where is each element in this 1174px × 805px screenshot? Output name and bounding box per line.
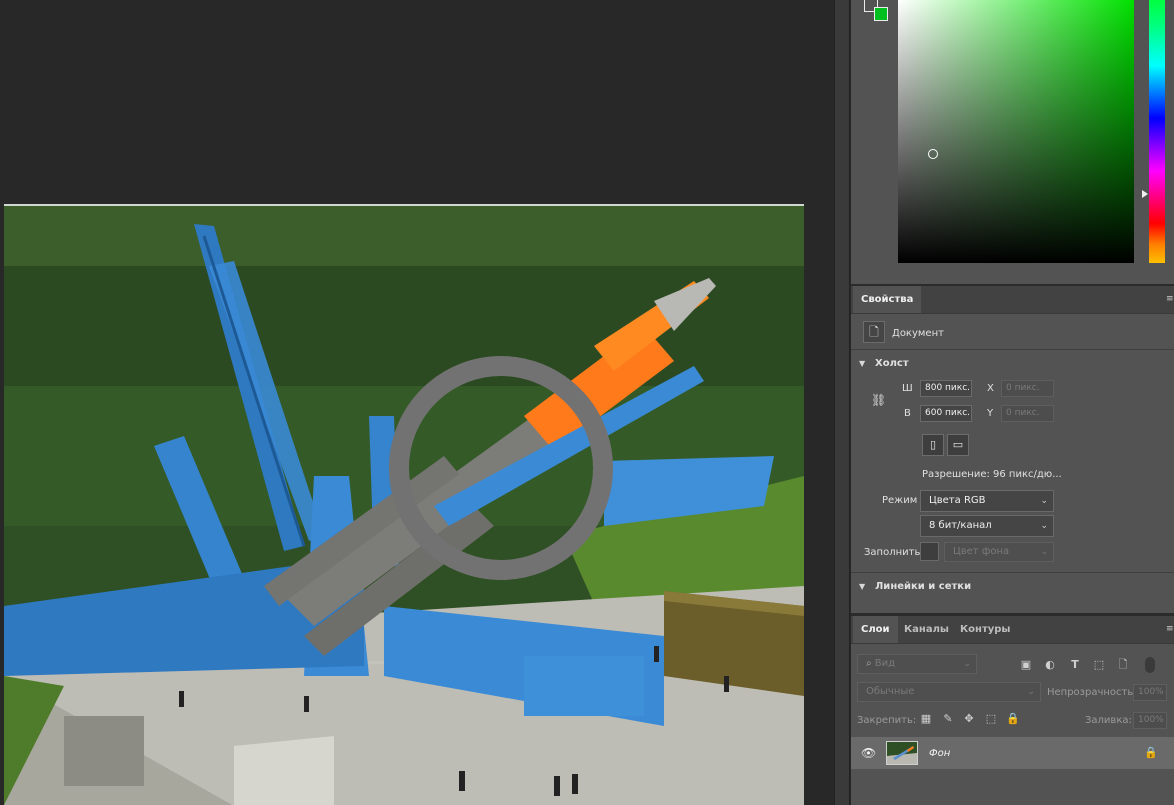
layer-lock-icon: 🔒	[1144, 746, 1158, 759]
mode-label: Режим	[882, 495, 918, 506]
smart-object-filter-icon[interactable]: 🗋	[1116, 658, 1130, 672]
chevron-down-icon: ⌄	[1040, 496, 1048, 506]
chevron-down-icon: ⌄	[1040, 521, 1048, 531]
chevron-down-icon: ⌄	[1040, 547, 1048, 557]
pixel-layer-filter-icon[interactable]: ▣	[1019, 658, 1033, 672]
document-canvas-area[interactable]	[0, 0, 834, 805]
width-label: Ш	[902, 383, 913, 394]
resolution-text: Разрешение: 96 пикс/дю...	[922, 469, 1062, 480]
saturation-brightness-field[interactable]	[898, 0, 1134, 263]
type-layer-filter-icon[interactable]: T	[1068, 658, 1082, 672]
hue-slider[interactable]	[1149, 0, 1165, 263]
color-swatches-area	[851, 0, 897, 284]
chevron-down-icon: ⌄	[1027, 687, 1035, 697]
search-icon: ⌕	[866, 658, 872, 669]
tab-channels[interactable]: Каналы	[896, 616, 957, 643]
chevron-down-icon: ⌄	[963, 659, 971, 669]
color-mode-value: Цвета RGB	[929, 495, 986, 506]
collapse-canvas-icon[interactable]: ▼	[859, 359, 865, 368]
blend-mode-select[interactable]: Обычные ⌄	[857, 682, 1041, 702]
layer-filter-select[interactable]: ⌕ Вид ⌄	[857, 654, 977, 674]
eye-icon[interactable]: 👁	[861, 746, 876, 760]
hue-slider-handle[interactable]	[1142, 190, 1148, 198]
x-label: X	[987, 383, 994, 394]
filter-toggle[interactable]	[1145, 657, 1155, 673]
portrait-orientation-icon[interactable]: ▯	[922, 434, 944, 456]
blend-mode-value: Обычные	[866, 686, 915, 697]
panel-menu-icon[interactable]: ≡	[1166, 294, 1174, 304]
layers-tabbar: Слои Каналы Контуры ≡	[851, 616, 1174, 644]
bit-depth-select[interactable]: 8 бит/канал ⌄	[920, 515, 1054, 537]
tab-paths[interactable]: Контуры	[952, 616, 1018, 643]
fill-percent-label: Заливка:	[1085, 715, 1132, 726]
layer-filter-value: Вид	[874, 658, 896, 669]
landscape-orientation-icon[interactable]: ▭	[947, 434, 969, 456]
fill-percent-input[interactable]: 100%	[1133, 712, 1167, 729]
x-input[interactable]: 0 пикс.	[1001, 380, 1054, 397]
fill-label: Заполнить	[864, 547, 921, 558]
document-label: Документ	[892, 328, 944, 339]
fill-color-swatch[interactable]	[920, 542, 939, 561]
right-panel-dock: Свойства ≡ 🗋 Документ ▼ Холст Ш 800 пикс…	[851, 0, 1174, 805]
vertical-scrollbar[interactable]	[834, 0, 850, 805]
guides-section-title[interactable]: Линейки и сетки	[875, 581, 971, 592]
rocket-launch-photo	[4, 206, 804, 805]
y-label: Y	[987, 408, 994, 419]
divider	[851, 349, 1174, 350]
color-picker-marker[interactable]	[928, 149, 938, 159]
shape-layer-filter-icon[interactable]: ⬚	[1092, 658, 1106, 672]
fill-value: Цвет фона	[953, 546, 1010, 557]
fill-select[interactable]: Цвет фона ⌄	[944, 542, 1054, 562]
lock-transparent-pixels-icon[interactable]: ▦	[919, 712, 933, 726]
collapse-guides-icon[interactable]: ▼	[859, 582, 865, 591]
lock-position-icon[interactable]: ✥	[962, 712, 976, 726]
height-label: В	[904, 408, 911, 419]
opacity-input[interactable]: 100%	[1133, 684, 1167, 701]
document-image[interactable]	[4, 204, 804, 805]
height-input[interactable]: 600 пикс.	[920, 405, 972, 422]
opacity-label: Непрозрачность:	[1047, 687, 1137, 698]
document-icon: 🗋	[863, 321, 885, 343]
color-mode-select[interactable]: Цвета RGB ⌄	[920, 490, 1054, 512]
layer-thumbnail-image	[887, 742, 917, 764]
tab-properties[interactable]: Свойства	[853, 286, 922, 313]
lock-label: Закрепить:	[857, 715, 917, 726]
layer-name[interactable]: Фон	[929, 748, 950, 759]
background-color-swatch[interactable]	[874, 7, 888, 21]
layer-thumbnail[interactable]	[886, 741, 918, 765]
panel-menu-icon[interactable]: ≡	[1166, 624, 1174, 634]
tab-layers[interactable]: Слои	[853, 616, 898, 643]
lock-image-pixels-icon[interactable]: ✎	[941, 712, 955, 726]
bit-depth-value: 8 бит/канал	[929, 520, 992, 531]
properties-tabbar: Свойства ≡	[851, 286, 1174, 314]
width-input[interactable]: 800 пикс.	[920, 380, 972, 397]
adjustment-layer-filter-icon[interactable]: ◐	[1043, 658, 1057, 672]
divider	[851, 572, 1174, 573]
lock-all-icon[interactable]: 🔒	[1006, 712, 1020, 726]
canvas-section-title[interactable]: Холст	[875, 358, 909, 369]
lock-artboard-icon[interactable]: ⬚	[984, 712, 998, 726]
y-input[interactable]: 0 пикс.	[1001, 405, 1054, 422]
link-dimensions-icon[interactable]: ⛓	[871, 393, 886, 407]
